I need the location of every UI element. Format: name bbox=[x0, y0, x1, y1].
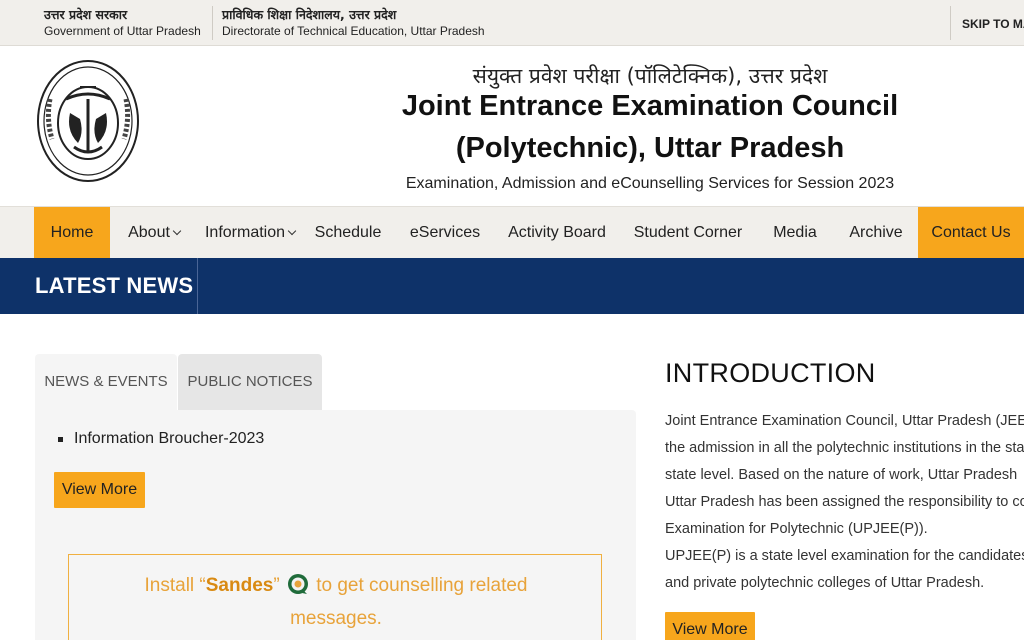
nav-activity-board-label: Activity Board bbox=[508, 224, 606, 241]
topbar-divider bbox=[212, 6, 213, 40]
sandes-app-icon[interactable] bbox=[287, 573, 309, 595]
dte-english: Directorate of Technical Education, Utta… bbox=[222, 24, 485, 38]
news-panel: Information Broucher-2023 View More Inst… bbox=[35, 410, 636, 640]
chevron-down-icon bbox=[287, 226, 297, 236]
nav-student-corner[interactable]: Student Corner bbox=[628, 207, 748, 259]
nav-schedule-label: Schedule bbox=[314, 224, 382, 241]
introduction-text: Joint Entrance Examination Council, Utta… bbox=[665, 408, 1024, 597]
intro-line: and private polytechnic colleges of Utta… bbox=[665, 575, 985, 591]
sandes-promo-text: Install “Sandes” to get counselling rela… bbox=[69, 569, 603, 635]
sandes-app-name: Sandes bbox=[205, 575, 274, 596]
gov-english: Government of Uttar Pradesh bbox=[44, 24, 201, 38]
gov-hindi: उत्तर प्रदेश सरकार bbox=[44, 7, 128, 22]
chevron-down-icon bbox=[172, 226, 182, 236]
nav-contact-us-label: Contact Us bbox=[931, 224, 1011, 241]
nav-home[interactable]: Home bbox=[34, 207, 110, 259]
news-view-more-button[interactable]: View More bbox=[54, 472, 145, 508]
nav-home-label: Home bbox=[50, 224, 94, 241]
tab-news-events[interactable]: NEWS & EVENTS bbox=[35, 354, 177, 410]
intro-view-more-button[interactable]: View More bbox=[665, 612, 755, 640]
sandes-text-line2: messages. bbox=[290, 608, 382, 629]
skip-to-main-link[interactable]: SKIP TO MA bbox=[962, 17, 1024, 31]
latest-news-divider bbox=[197, 258, 198, 314]
intro-line: Uttar Pradesh has been assigned the resp… bbox=[665, 494, 1024, 510]
dte-link[interactable]: प्राविधिक शिक्षा निदेशालय, उत्तर प्रदेश … bbox=[222, 7, 485, 39]
header-title-line1: Joint Entrance Examination Council bbox=[401, 90, 899, 122]
topbar-divider-right bbox=[950, 6, 951, 40]
nav-about-label: About bbox=[128, 224, 170, 241]
nav-student-corner-label: Student Corner bbox=[633, 224, 743, 241]
sandes-text-before: Install “ bbox=[144, 575, 206, 596]
nav-contact-us[interactable]: Contact Us bbox=[918, 207, 1024, 259]
site-header: संयुक्त प्रवेश परीक्षा (पॉलिटेक्निक), उत… bbox=[0, 46, 1024, 206]
nav-media[interactable]: Media bbox=[764, 207, 826, 259]
intro-line: UPJEE(P) is a state level examination fo… bbox=[665, 548, 1024, 564]
sandes-promo-box: Install “Sandes” to get counselling rela… bbox=[68, 554, 602, 640]
latest-news-bar: LATEST NEWS bbox=[0, 258, 1024, 314]
nav-media-label: Media bbox=[773, 224, 817, 241]
introduction-heading: INTRODUCTION bbox=[665, 358, 876, 388]
nav-information-label: Information bbox=[204, 224, 286, 241]
nav-information[interactable]: Information bbox=[198, 207, 302, 259]
nav-archive-label: Archive bbox=[849, 224, 903, 241]
header-hindi-title: संयुक्त प्रवेश परीक्षा (पॉलिटेक्निक), उत… bbox=[472, 64, 828, 88]
tab-public-notices[interactable]: PUBLIC NOTICES bbox=[178, 354, 322, 410]
nav-activity-board[interactable]: Activity Board bbox=[502, 207, 612, 259]
intro-line: the admission in all the polytechnic ins… bbox=[665, 440, 1024, 456]
nav-schedule[interactable]: Schedule bbox=[310, 207, 386, 259]
nav-about[interactable]: About bbox=[118, 207, 190, 259]
dte-hindi: प्राविधिक शिक्षा निदेशालय, उत्तर प्रदेश bbox=[222, 7, 397, 22]
nav-eservices-label: eServices bbox=[409, 224, 481, 241]
header-title-line2: (Polytechnic), Uttar Pradesh bbox=[455, 132, 845, 164]
main-nav: Home About Information Schedule eService… bbox=[0, 206, 1024, 259]
nav-eservices[interactable]: eServices bbox=[404, 207, 486, 259]
sandes-text-after: to get counselling related bbox=[316, 575, 528, 596]
header-subtitle: Examination, Admission and eCounselling … bbox=[405, 175, 895, 192]
intro-line: Examination for Polytechnic (UPJEE(P)). bbox=[665, 521, 928, 537]
intro-line: state level. Based on the nature of work… bbox=[665, 467, 1018, 483]
list-item[interactable]: Information Broucher-2023 bbox=[57, 430, 264, 448]
gov-up-link[interactable]: उत्तर प्रदेश सरकार Government of Uttar P… bbox=[44, 7, 201, 39]
sandes-text-close-quote: ” bbox=[273, 575, 280, 596]
intro-line: Joint Entrance Examination Council, Utta… bbox=[665, 413, 1024, 429]
latest-news-label: LATEST NEWS bbox=[35, 273, 194, 298]
government-topbar: उत्तर प्रदेश सरकार Government of Uttar P… bbox=[0, 0, 1024, 46]
nav-archive[interactable]: Archive bbox=[842, 207, 910, 259]
